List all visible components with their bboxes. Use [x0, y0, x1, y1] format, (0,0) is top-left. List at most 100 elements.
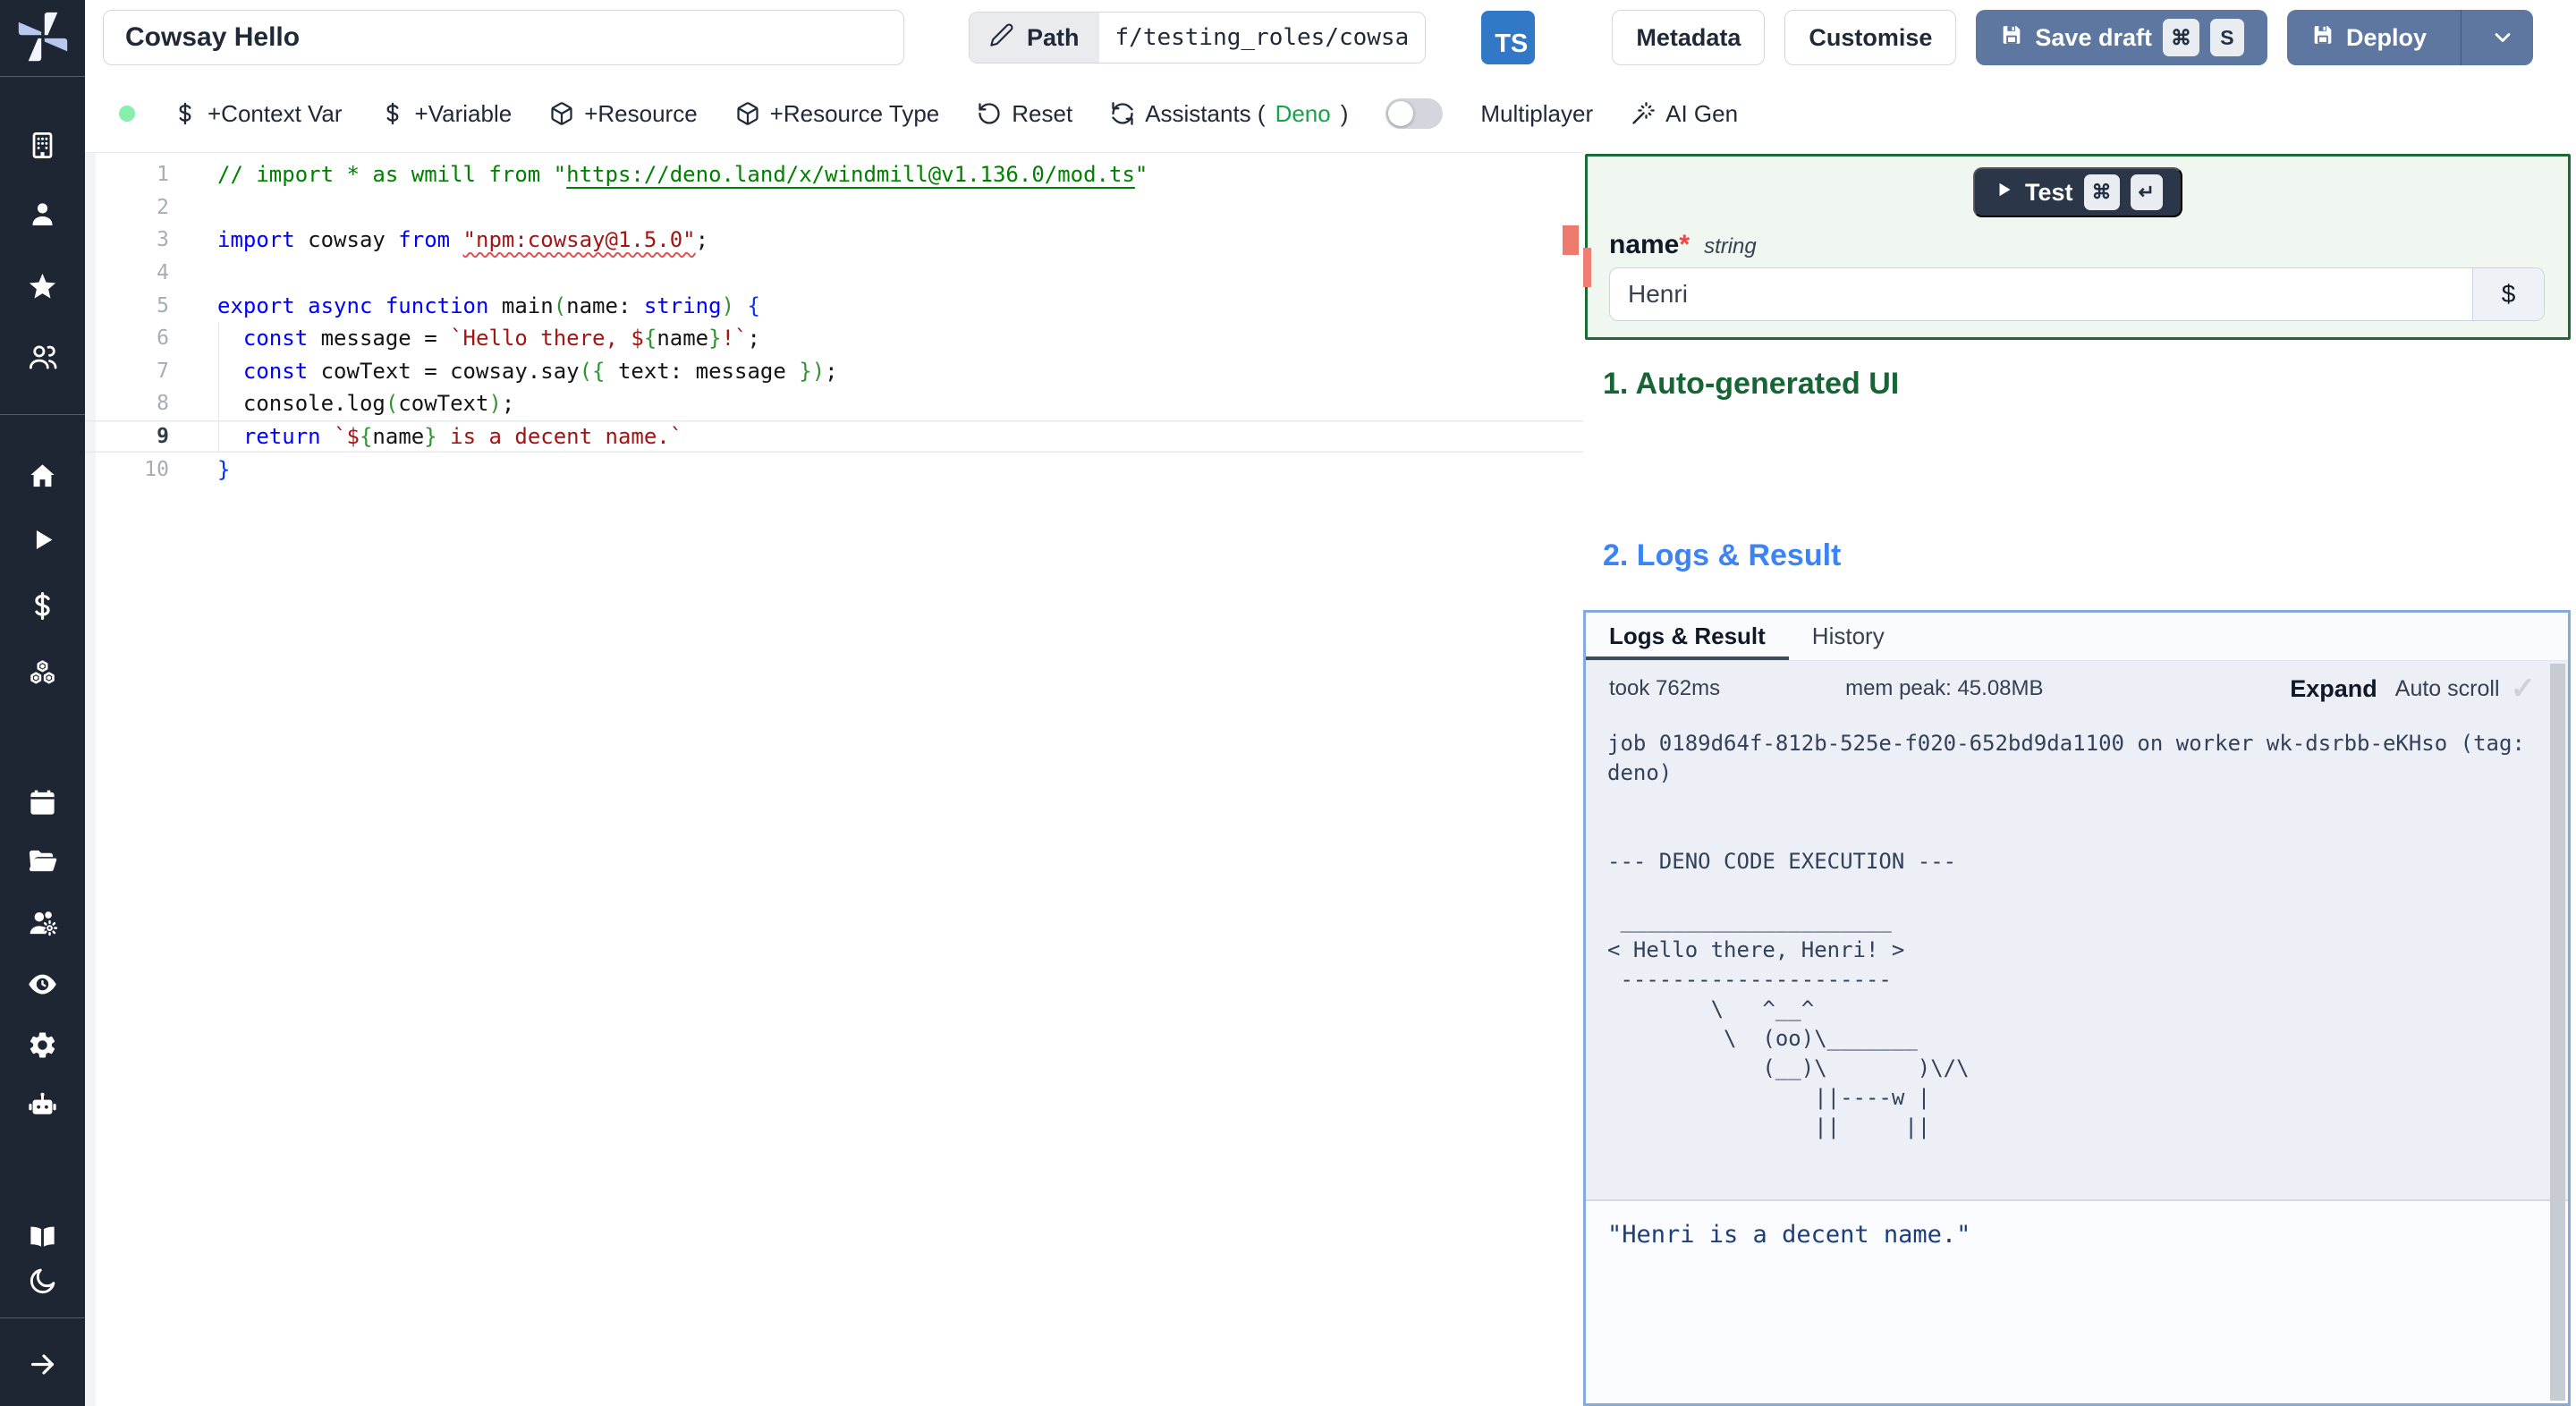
code-line[interactable]: 9 return ` ${name} is a decent name.` [85, 419, 1583, 453]
log-output: job 0189d64f-812b-525e-f020-652bd9da1100… [1607, 731, 2525, 1139]
deploy-label: Deploy [2345, 23, 2427, 51]
users-settings-icon[interactable] [18, 898, 68, 948]
code-line[interactable]: 1 // import * as wmill from " https://deno… [85, 158, 1583, 191]
save-icon [2310, 22, 2335, 54]
robot-icon[interactable] [18, 1080, 68, 1130]
windmill-script-editor: Path f/testing_roles/cowsa TS Metadata C… [0, 0, 2576, 1406]
path-value[interactable]: f/testing_roles/cowsa [1098, 13, 1426, 63]
sidebar-divider [0, 1317, 85, 1318]
boxes-icon[interactable] [18, 648, 68, 698]
code-text[interactable]: console.log(cowText); [217, 387, 514, 420]
line-number: 2 [157, 195, 169, 219]
code-text[interactable]: // import * as wmill from " https://deno.… [217, 158, 1148, 191]
arg-name-value[interactable]: Henri [1610, 268, 2472, 320]
arg-type-label: string [1704, 234, 1757, 258]
add-context-var-label: +Context Var [208, 99, 343, 127]
code-line[interactable]: 4 [85, 257, 1583, 290]
autoscroll-toggle[interactable]: Auto scroll [2395, 676, 2500, 702]
play-icon[interactable] [18, 514, 68, 564]
code-text[interactable]: const cowText = cowsay.say({ text: messa… [217, 354, 838, 388]
line-number: 10 [144, 457, 169, 481]
deploy-button[interactable]: Deploy [2286, 10, 2533, 65]
code-line[interactable]: 3 import cowsay from "npm:cowsay@1.5.0"; [85, 224, 1583, 257]
multiplayer-label: Multiplayer [1480, 99, 1594, 127]
eye-icon[interactable] [18, 959, 68, 1009]
path-label-section[interactable]: Path [970, 13, 1099, 63]
add-context-var-button[interactable]: +Context Var [173, 100, 343, 128]
code-text[interactable]: } [217, 453, 230, 486]
test-args-panel: Test ⌘ ↵ name * string Henri $ [1583, 154, 2571, 340]
users-icon[interactable] [18, 332, 68, 382]
dollar-icon[interactable] [18, 580, 68, 631]
code-text[interactable]: import cowsay from "npm:cowsay@1.5.0"; [217, 224, 708, 257]
windmill-logo-icon[interactable] [17, 11, 69, 63]
code-text[interactable]: return ` ${name} is a decent name.` [217, 419, 682, 453]
deploy-main[interactable]: Deploy [2287, 10, 2450, 65]
assistants-button[interactable]: Assistants (Deno) [1110, 100, 1348, 128]
script-title-input[interactable] [103, 10, 904, 65]
arg-name-label: name [1609, 230, 1680, 259]
duration-label: took 762ms [1609, 676, 1721, 700]
result-viewer[interactable]: "Henri is a decent name." [1586, 1199, 2568, 1403]
line-number: 9 [157, 425, 169, 449]
arg-name-row: name * string [1609, 230, 1757, 260]
add-resource-type-button[interactable]: +Resource Type [735, 100, 939, 128]
log-viewer[interactable]: job 0189d64f-812b-525e-f020-652bd9da1100… [1586, 716, 2568, 1199]
customise-button[interactable]: Customise [1784, 10, 1957, 65]
assistants-label-suffix: ) [1340, 99, 1349, 127]
code-line[interactable]: 8 console.log(cowText); [85, 387, 1583, 420]
folder-open-icon[interactable] [18, 835, 68, 885]
code-text[interactable]: const message = `Hello there, ${name} !`; [217, 321, 760, 355]
assistants-lang: Deno [1275, 99, 1331, 127]
path-button[interactable]: Path f/testing_roles/cowsa [969, 12, 1427, 64]
multiplayer-toggle[interactable] [1385, 98, 1444, 129]
save-draft-button[interactable]: Save draft ⌘ S [1976, 10, 2267, 65]
add-variable-button[interactable]: +Variable [380, 99, 513, 128]
gear-icon[interactable] [18, 1020, 68, 1070]
check-icon[interactable]: ✓ [2511, 671, 2537, 707]
code-line[interactable]: 10} [85, 453, 1583, 486]
pencil-icon [989, 22, 1014, 54]
section-logs-result-heading: 2. Logs & Result [1603, 538, 1842, 572]
building-icon[interactable] [18, 120, 68, 170]
add-variable-label: +Variable [414, 99, 513, 127]
add-resource-button[interactable]: +Resource [549, 100, 698, 128]
code-line[interactable]: 2 [85, 191, 1583, 224]
line-number: 4 [157, 261, 169, 285]
code-editor[interactable]: 1 // import * as wmill from " https://deno… [85, 152, 1583, 1406]
tab-logs-result[interactable]: Logs & Result [1586, 613, 1789, 660]
calendar-icon[interactable] [18, 777, 68, 827]
path-label: Path [1027, 23, 1080, 51]
test-button[interactable]: Test ⌘ ↵ [1973, 167, 2182, 217]
chevron-down-icon[interactable] [2472, 10, 2533, 65]
code-text[interactable]: export async function main(name: string)… [217, 289, 760, 322]
error-overview-marker[interactable] [1563, 225, 1579, 255]
line-number: 1 [157, 163, 169, 187]
arrow-right-icon[interactable] [18, 1339, 68, 1389]
logs-scrollbar[interactable] [2550, 664, 2565, 1401]
save-icon [1999, 22, 2024, 54]
book-open-icon[interactable] [18, 1211, 68, 1261]
line-number: 6 [157, 326, 169, 351]
code-lines: 1 // import * as wmill from " https://deno… [85, 158, 1583, 1406]
code-line[interactable]: 5 export async function main(name: string… [85, 289, 1583, 322]
user-icon[interactable] [18, 189, 68, 239]
arg-name-input[interactable]: Henri $ [1609, 267, 2545, 321]
moon-icon[interactable] [18, 1256, 68, 1306]
sidebar [0, 0, 85, 1406]
connection-status-dot [119, 106, 135, 122]
code-line[interactable]: 6 const message = `Hello there, ${name}!… [85, 321, 1583, 355]
tab-history[interactable]: History [1789, 613, 1908, 660]
code-line[interactable]: 7 const cowText = cowsay.say({ text: mes… [85, 354, 1583, 388]
save-draft-label: Save draft [2035, 23, 2152, 51]
deploy-divider [2461, 10, 2462, 65]
insert-variable-button[interactable]: $ [2472, 268, 2544, 320]
reset-button[interactable]: Reset [977, 100, 1072, 128]
toggle-knob [1388, 101, 1414, 126]
metadata-button[interactable]: Metadata [1612, 10, 1766, 65]
editor-toolbar: +Context Var +Variable +Resource +Resour… [85, 75, 2576, 241]
home-icon[interactable] [18, 451, 68, 501]
expand-button[interactable]: Expand [2290, 675, 2377, 703]
star-icon[interactable] [18, 261, 68, 311]
ai-gen-button[interactable]: AI Gen [1631, 100, 1738, 128]
